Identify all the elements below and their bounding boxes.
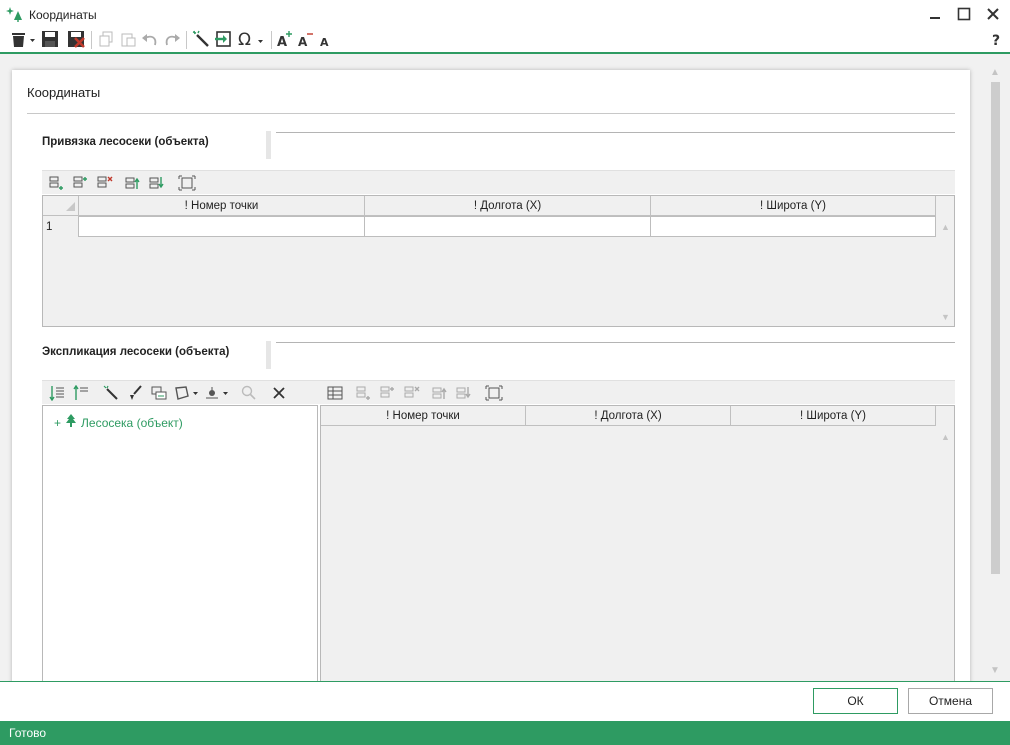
svg-text:Ω: Ω [238,30,251,48]
add-row-icon[interactable] [48,174,66,192]
window-title: Координаты [29,8,97,22]
minimize-icon[interactable] [924,4,946,24]
page-title: Координаты [27,85,101,100]
section-title-explication: Экспликация лесосеки (объекта) [42,346,230,358]
tree-icon [65,414,77,431]
paste-icon[interactable] [118,28,138,50]
save-icon[interactable] [40,28,60,50]
point-number-cell[interactable] [78,216,365,237]
explication-grid: ! Номер точки ! Долгота (X) ! Широта (Y)… [320,405,955,690]
column-header-longitude[interactable]: ! Долгота (X) [526,406,731,426]
font-increase-icon[interactable]: A [275,28,295,50]
move-up-icon[interactable] [431,384,449,402]
magic-wand-icon[interactable] [191,28,211,50]
sort-asc-icon[interactable] [72,384,90,402]
layers-icon[interactable] [150,384,168,402]
tree-item-label: Лесосека (объект) [81,415,183,430]
app-icon [6,6,24,25]
delete-row-icon[interactable] [403,384,421,402]
omega-symbol-icon[interactable]: Ω [238,28,266,50]
help-icon[interactable]: ? [988,28,1006,50]
copy-icon[interactable] [96,28,116,50]
redo-icon[interactable] [162,28,182,50]
column-header-latitude[interactable]: ! Широта (Y) [731,406,936,426]
point-icon[interactable] [204,384,230,402]
section-title-binding: Привязка лесосеки (объекта) [42,136,209,148]
sort-desc-icon[interactable] [48,384,66,402]
scroll-up-arrow-icon[interactable]: ▲ [941,222,950,232]
import-icon[interactable] [213,28,233,50]
section-divider-bar [266,131,271,159]
tree-expander[interactable]: + [54,416,61,430]
explication-toolbar [42,380,955,404]
insert-row-icon[interactable] [72,174,90,192]
column-header-point-number[interactable]: ! Номер точки [321,406,526,426]
insert-row-icon[interactable] [379,384,397,402]
save-close-icon[interactable] [66,28,86,50]
title-divider [27,113,955,114]
section-divider-line [276,342,955,343]
move-down-icon[interactable] [148,174,166,192]
scroll-up-arrow-icon[interactable]: ▲ [941,432,950,442]
undo-icon[interactable] [140,28,160,50]
grid-corner[interactable] [43,196,79,216]
table-icon[interactable] [326,384,344,402]
svg-text:A: A [320,36,329,48]
svg-text:?: ? [992,33,1000,48]
tree-item-logging-site[interactable]: + Лесосека (объект) [54,414,183,431]
search-icon[interactable] [240,384,258,402]
status-bar: Готово [0,721,1010,745]
fit-icon[interactable] [485,384,503,402]
brush-icon[interactable] [126,384,144,402]
move-down-icon[interactable] [455,384,473,402]
main-toolbar: Ω A A A ? [0,28,1010,52]
delete-row-icon[interactable] [96,174,114,192]
column-header-point-number[interactable]: ! Номер точки [79,196,365,216]
svg-text:A: A [277,35,287,48]
wand-icon[interactable] [102,384,120,402]
font-decrease-icon[interactable]: A [296,28,316,50]
maximize-icon[interactable] [953,4,975,24]
binding-grid-toolbar [42,170,955,194]
footer-divider [0,681,1010,682]
section-divider-line [276,132,955,133]
svg-text:A: A [298,35,308,48]
move-up-icon[interactable] [124,174,142,192]
cancel-button[interactable]: Отмена [908,688,993,714]
page-scroll-thumb[interactable] [991,82,1000,574]
ok-button[interactable]: ОК [813,688,898,714]
status-text: Готово [9,726,47,740]
page-scroll-down-icon[interactable]: ▼ [990,665,1000,676]
fit-icon[interactable] [178,174,196,192]
longitude-cell[interactable] [364,216,651,237]
scroll-down-arrow-icon[interactable]: ▼ [941,312,950,322]
column-header-latitude[interactable]: ! Широта (Y) [651,196,936,216]
column-header-longitude[interactable]: ! Долгота (X) [365,196,651,216]
page-scroll-up-icon[interactable]: ▲ [990,67,1000,78]
title-bar: Координаты [0,0,1010,28]
delete-icon[interactable] [8,28,36,50]
row-number: 1 [46,221,53,233]
latitude-cell[interactable] [650,216,936,237]
polygon-icon[interactable] [174,384,200,402]
section-divider-bar [266,341,271,369]
add-row-icon[interactable] [355,384,373,402]
binding-grid: ! Номер точки ! Долгота (X) ! Широта (Y)… [42,195,955,327]
object-tree: + Лесосека (объект) [42,405,318,690]
font-normal-icon[interactable]: A [317,28,335,50]
delete-x-icon[interactable] [270,384,288,402]
close-icon[interactable] [982,4,1004,24]
